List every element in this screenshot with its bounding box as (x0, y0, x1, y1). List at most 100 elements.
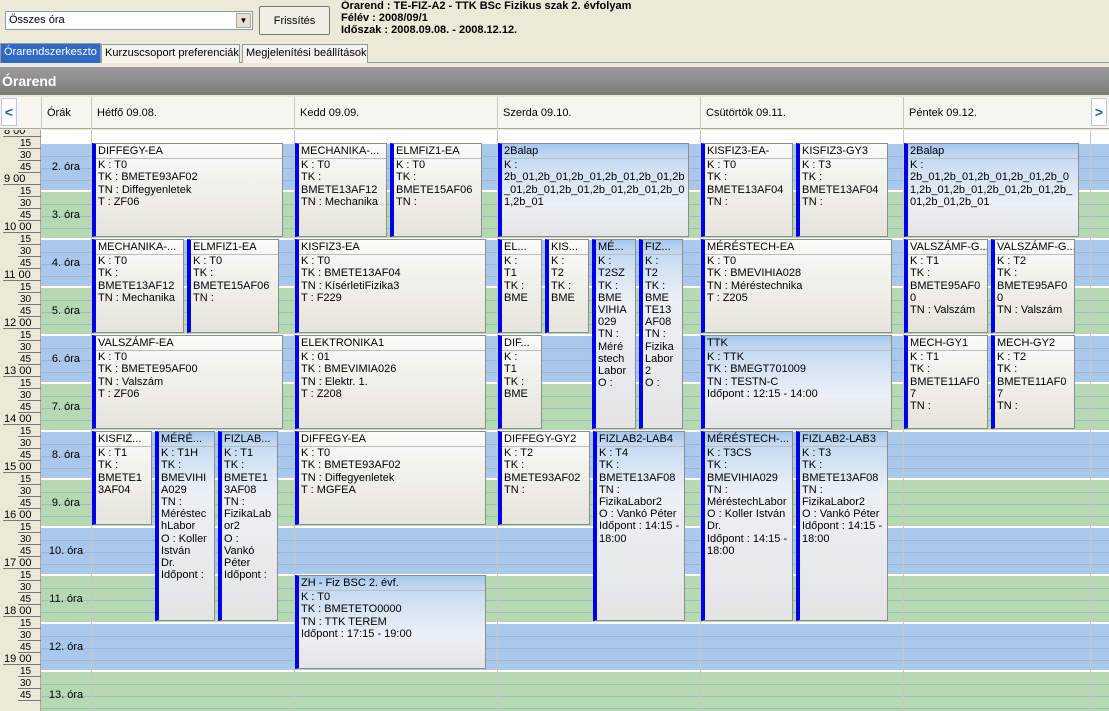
event-detail-line: TN : (598, 328, 619, 341)
event-detail-line: Méré (598, 340, 624, 353)
quarter-label: 45 (20, 354, 32, 365)
course-event-card[interactable]: MÉRÉ... K : T1H TK : BMEVIHI A029 TN : Méréste… (155, 431, 215, 621)
course-event-card[interactable]: MECHANIKA-... K : T0 TK : BMETE13AF12 TN : M… (92, 239, 184, 333)
period-label: 7. óra (51, 401, 81, 413)
tab-course-preferences[interactable]: Kurzuscsoport preferenciák (101, 44, 240, 63)
course-event-card[interactable]: DIFFEGY-GY2 K : T2 TK : BMETE93AF02 TN : (498, 431, 590, 525)
event-detail-line: BME (551, 291, 575, 304)
event-detail-line: T : ZF06 (98, 195, 140, 208)
course-event-card[interactable]: KIS... K : T2 TK : BME (545, 239, 589, 333)
event-detail-line: 2b_01,2b_01,2b_01,2b_01,2b_01,2b_01,2b_0… (910, 171, 1073, 208)
course-event-card[interactable]: FIZLAB... K : T1 TK : BMETE1 3AF08 TN : Fizika… (218, 431, 278, 621)
course-event-card[interactable]: FIZ... K : T2 TK : BME TE13 AF08 TN : Fizika Labo… (639, 239, 683, 429)
course-event-card[interactable]: VALSZÁMF-G... K : T1 TK : BMETE95AF00 TN : V… (904, 239, 988, 333)
time-tick (18, 292, 41, 293)
event-title: ZH - Fiz BSC 2. évf. (299, 576, 485, 592)
quarter-label: 15 (20, 618, 32, 629)
event-detail-line: O : (224, 532, 239, 545)
event-detail-line: stech (598, 352, 625, 365)
event-detail-line: O : Vankó Péter (599, 508, 677, 521)
event-detail-line: TK : (193, 267, 214, 280)
course-event-card[interactable]: KISFIZ3-GY3 K : T3 TK : BMETE13AF04 TN : (796, 143, 888, 237)
event-detail-line: K : (551, 255, 565, 268)
tab-timetable-editor[interactable]: Órarendszerkeszto (0, 43, 101, 63)
course-event-card[interactable]: KISFIZ... K : T1 TK : BMETE1 3AF04 (92, 431, 152, 525)
course-event-card[interactable]: FIZLAB2-LAB4 K : T4 TK : BMETE13AF08 TN : Fiz… (593, 431, 685, 621)
time-tick (18, 304, 41, 305)
event-detail-line: BMETE15AF06 (396, 183, 473, 196)
quarter-label: 45 (20, 162, 32, 173)
event-detail-line: K : TTK (707, 351, 745, 364)
period-label: 13. óra (48, 689, 84, 701)
course-event-card[interactable]: MECHANIKA-... K : T0 TK : BMETE13AF12 TN : M… (295, 143, 387, 237)
event-detail-line: TK : (224, 459, 245, 472)
event-detail-line: TK : BMEVIHIA028 (707, 267, 802, 280)
dropdown-arrow-icon[interactable]: ▼ (236, 13, 251, 28)
event-detail-line: K : T0 (301, 447, 331, 460)
course-event-card[interactable]: VALSZÁMF-G... K : T2 TK : BMETE95AF00 TN : V… (991, 239, 1075, 333)
time-tick (18, 592, 41, 593)
quarter-gridline (41, 696, 1109, 697)
course-event-card[interactable]: 2Balap K :2b_01,2b_01,2b_01,2b_01,2b_01,2… (498, 143, 689, 237)
course-event-card[interactable]: MECH-GY1 K : T1 TK : BMETE11AF07 TN : (904, 335, 988, 429)
hour-label: 14 00 (4, 413, 32, 425)
time-tick (3, 280, 41, 281)
event-detail-line: or2 (224, 520, 240, 533)
event-title: KISFIZ3-EA (299, 240, 485, 256)
event-detail-line: O : (598, 377, 613, 390)
quarter-label: 30 (20, 198, 32, 209)
event-detail-line: TN : (802, 483, 823, 496)
course-event-card[interactable]: MÉ... K : T2SZ TK : BME VIHIA 029 TN : Méré stech… (592, 239, 636, 429)
course-event-card[interactable]: ELMFIZ1-EA K : T0 TK : BMETE15AF06 TN : (187, 239, 279, 333)
course-event-card[interactable]: DIF... K : T1 TK : BME (498, 335, 542, 429)
time-tick (18, 544, 41, 545)
quarter-label: 45 (20, 546, 32, 557)
event-detail-line: K : T1 (224, 447, 254, 460)
course-event-card[interactable]: ELEKTRONIKA1 K : 01 TK : BMEVIMIA026 TN : E… (295, 335, 486, 429)
course-event-card[interactable]: MECH-GY2 K : T2 TK : BMETE11AF07 TN : (991, 335, 1075, 429)
day-header: Hétfő 09.08. (91, 97, 294, 129)
quarter-label: 45 (20, 450, 32, 461)
course-event-card[interactable]: DIFFEGY-EA K : T0 TK : BMETE93AF02 TN : Dif… (92, 143, 283, 237)
event-detail-line: K : T1 (98, 447, 128, 460)
course-event-card[interactable]: ZH - Fiz BSC 2. évf. K : T0 TK : BMETETO00… (295, 575, 486, 669)
event-detail-line: TK : (997, 267, 1018, 280)
filter-combobox[interactable]: Összes óra ▼ (5, 11, 253, 30)
chevron-left-icon[interactable]: < (1, 98, 17, 126)
event-detail-line: K : (504, 159, 518, 172)
event-detail-line: T : ZF06 (98, 387, 140, 400)
tab-display-settings[interactable]: Megjelenítési beállítások (242, 44, 368, 63)
quarter-gridline (41, 636, 1109, 637)
event-detail-line: TK : (161, 459, 182, 472)
course-event-card[interactable]: MÉRÉSTECH-EA K : T0 TK : BMEVIHIA028 TN : M… (701, 239, 892, 333)
event-detail-line: BMETE93AF02 (504, 471, 581, 484)
event-title: FIZLAB2-LAB3 (800, 432, 887, 448)
course-event-card[interactable]: MÉRÉSTECH-... K : T3CS TK : BMEVIHIA029 TN :… (701, 431, 793, 621)
course-event-card[interactable]: DIFFEGY-EA K : T0 TK : BMETE93AF02 TN : Dif… (295, 431, 486, 525)
course-event-card[interactable]: KISFIZ3-EA- K : T0 TK : BMETE13AF04 TN : (701, 143, 793, 237)
event-detail-line: BMETE15AF06 (193, 279, 270, 292)
day-header: Csütörtök 09.11. (700, 97, 903, 129)
course-event-card[interactable]: KISFIZ3-EA K : T0 TK : BMETE13AF04 TN : Kís… (295, 239, 486, 333)
time-tick (18, 400, 41, 401)
event-detail-line: TN : TESTN-C (707, 375, 779, 388)
info-line: Órarend : TE-FIZ-A2 - TTK BSc Fizikus sz… (341, 0, 632, 12)
quarter-label: 15 (20, 666, 32, 677)
course-event-card[interactable]: TTK K : TTK TK : BMEGT701009 TN : TESTN-C Id… (701, 335, 892, 429)
event-detail-line: TK : BMETE13AF04 (301, 267, 401, 280)
event-title: ELMFIZ1-EA (394, 144, 481, 160)
quarter-label: 15 (20, 330, 32, 341)
course-event-card[interactable]: FIZLAB2-LAB3 K : T3 TK : BMETE13AF08 TN : Fiz… (796, 431, 888, 621)
course-event-card[interactable]: VALSZÁMF-EA K : T0 TK : BMETE95AF00 TN : Va… (92, 335, 283, 429)
course-event-card[interactable]: 2Balap K :2b_01,2b_01,2b_01,2b_01,2b_01,2… (904, 143, 1079, 237)
chevron-right-icon[interactable]: > (1091, 98, 1107, 126)
quarter-label: 15 (20, 282, 32, 293)
event-detail-line: BMEVIHIA029 (707, 471, 778, 484)
time-tick (18, 352, 41, 353)
hour-label: 16 00 (4, 509, 32, 521)
course-event-card[interactable]: ELMFIZ1-EA K : T0 TK : BMETE15AF06 TN : (390, 143, 482, 237)
course-event-card[interactable]: EL... K : T1 TK : BME (498, 239, 542, 333)
refresh-button[interactable]: Frissítés (259, 6, 330, 35)
quarter-label: 30 (20, 390, 32, 401)
day-header: Szerda 09.10. (497, 97, 700, 129)
